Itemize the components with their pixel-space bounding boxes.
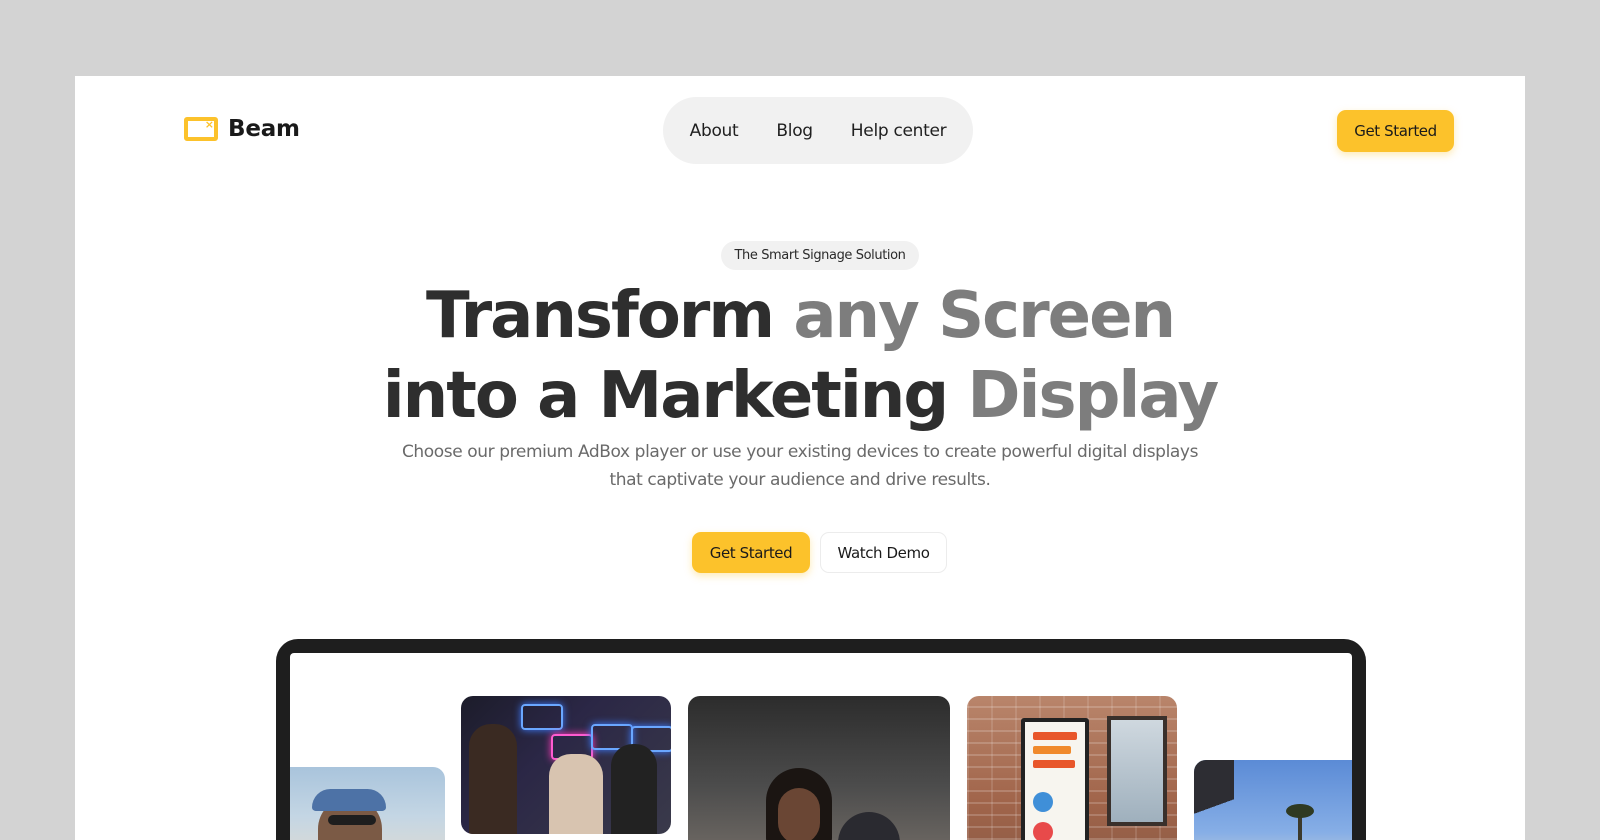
header-get-started-button[interactable]: Get Started (1337, 110, 1454, 152)
hero-badge: The Smart Signage Solution (721, 241, 919, 270)
watch-demo-button[interactable]: Watch Demo (820, 532, 947, 573)
nav-item-blog[interactable]: Blog (776, 121, 813, 141)
photo-woman-cap-sunglasses (290, 767, 445, 840)
logo-screen-icon (184, 117, 218, 141)
landing-page: Beam About Blog Help center Get Started … (75, 76, 1525, 840)
brand-logo[interactable]: Beam (184, 116, 300, 142)
headline-line2-dark: into a Marketing (382, 359, 949, 433)
nav-item-about[interactable]: About (690, 121, 739, 141)
display-device-mockup (276, 639, 1366, 840)
device-screen (290, 653, 1352, 840)
hero-headline: Transform any Screen into a Marketing Di… (75, 276, 1525, 436)
brand-name: Beam (228, 116, 300, 142)
main-nav: About Blog Help center (663, 97, 973, 164)
photo-restaurant-digital-menu (967, 696, 1177, 840)
photo-palm-trees-sky (1194, 760, 1352, 840)
nav-item-help-center[interactable]: Help center (851, 121, 947, 141)
headline-line1-dark: Transform (425, 279, 775, 353)
hero-get-started-button[interactable]: Get Started (692, 532, 810, 573)
headline-line2-gray: Display (967, 359, 1219, 433)
hero-subtitle: Choose our premium AdBox player or use y… (401, 442, 1199, 490)
photo-people-cafe (688, 696, 950, 840)
headline-line1-gray: any Screen (793, 279, 1176, 353)
photo-store-neon-signs (461, 696, 671, 834)
